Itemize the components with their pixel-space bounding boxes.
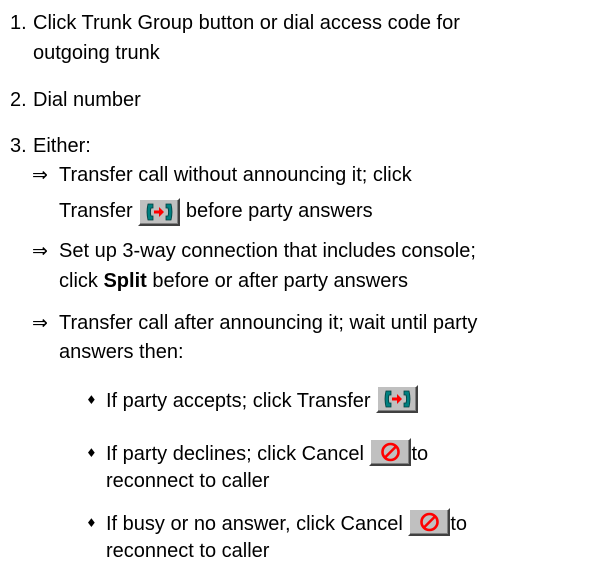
option-3-arrow-icon: ⇒ xyxy=(32,312,48,334)
cancel-button-2[interactable] xyxy=(408,508,451,536)
option-1-arrow-icon: ⇒ xyxy=(32,164,48,186)
step-1-number: 1. xyxy=(10,12,27,34)
option-1-before-party-answers: before party answers xyxy=(185,200,373,222)
cancel-prohibit-icon xyxy=(381,442,401,462)
option-2-line1: Set up 3-way connection that includes co… xyxy=(59,240,476,262)
step-3-text: Either: xyxy=(33,135,91,157)
option-2-before-or-after: before or after party answers xyxy=(152,270,409,292)
subitem-2-line2: reconnect to caller xyxy=(106,470,270,492)
subitem-3-line2: reconnect to caller xyxy=(106,540,270,562)
option-1-line2: Transfer before party answers xyxy=(59,198,373,226)
option-3-line2: answers then: xyxy=(59,341,184,363)
subitem-2-to: to xyxy=(411,443,429,465)
subitem-1-bullet-icon: ♦ xyxy=(86,393,97,407)
option-3-line1: Transfer call after announcing it; wait … xyxy=(59,312,478,334)
cancel-button[interactable] xyxy=(369,438,412,466)
option-1-line1: Transfer call without announcing it; cli… xyxy=(59,164,412,186)
option-2-line2: click Split before or after party answer… xyxy=(59,268,408,295)
transfer-phone-icon xyxy=(384,390,411,408)
subitem-3-text: If busy or no answer, click Cancel xyxy=(106,513,403,535)
option-2-click: click xyxy=(59,270,98,292)
step-3-number: 3. xyxy=(10,135,27,157)
subitem-1: If party accepts; click Transfer xyxy=(106,385,419,415)
subitem-2-text: If party declines; click Cancel xyxy=(106,443,364,465)
option-1-transfer-label: Transfer xyxy=(59,200,133,222)
subitem-3-bullet-icon: ♦ xyxy=(86,516,97,530)
subitem-1-text: If party accepts; click Transfer xyxy=(106,390,371,412)
subitem-2-bullet-icon: ♦ xyxy=(86,446,97,460)
split-button-label: Split xyxy=(103,270,147,292)
transfer-button-2[interactable] xyxy=(376,385,419,413)
subitem-3-line1: If busy or no answer, click Cancel to xyxy=(106,508,467,538)
subitem-3-to: to xyxy=(450,513,468,535)
subitem-2-line1: If party declines; click Cancel to xyxy=(106,438,428,468)
step-1-text-line1: Click Trunk Group button or dial access … xyxy=(33,12,460,34)
transfer-button[interactable] xyxy=(138,198,181,226)
option-2-arrow-icon: ⇒ xyxy=(32,240,48,262)
transfer-phone-icon xyxy=(146,203,173,221)
step-1-text-line2: outgoing trunk xyxy=(33,42,160,64)
cancel-prohibit-icon xyxy=(420,512,440,532)
step-2-text: Dial number xyxy=(33,89,141,111)
step-2-number: 2. xyxy=(10,89,27,111)
